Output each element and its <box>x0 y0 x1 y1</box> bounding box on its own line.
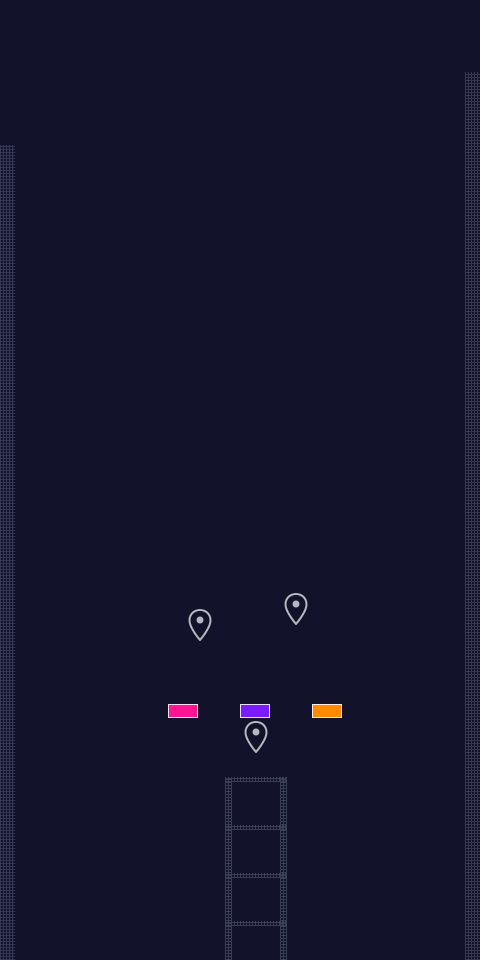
tower-left-side <box>225 777 232 960</box>
map-pin-icon[interactable] <box>284 593 308 625</box>
tower-right-side <box>280 777 287 960</box>
tower-rung <box>225 825 287 830</box>
pink-pad[interactable] <box>168 704 198 718</box>
tower-structure <box>225 777 287 960</box>
tower-rung <box>225 777 287 782</box>
right-wall <box>465 72 480 960</box>
orange-pad[interactable] <box>312 704 342 718</box>
purple-pad[interactable] <box>240 704 270 718</box>
tower-rung <box>225 873 287 878</box>
map-pin-icon[interactable] <box>188 609 212 641</box>
game-scene <box>0 0 480 960</box>
left-wall <box>0 145 15 960</box>
map-pin-icon[interactable] <box>244 721 268 753</box>
tower-rung <box>225 921 287 926</box>
